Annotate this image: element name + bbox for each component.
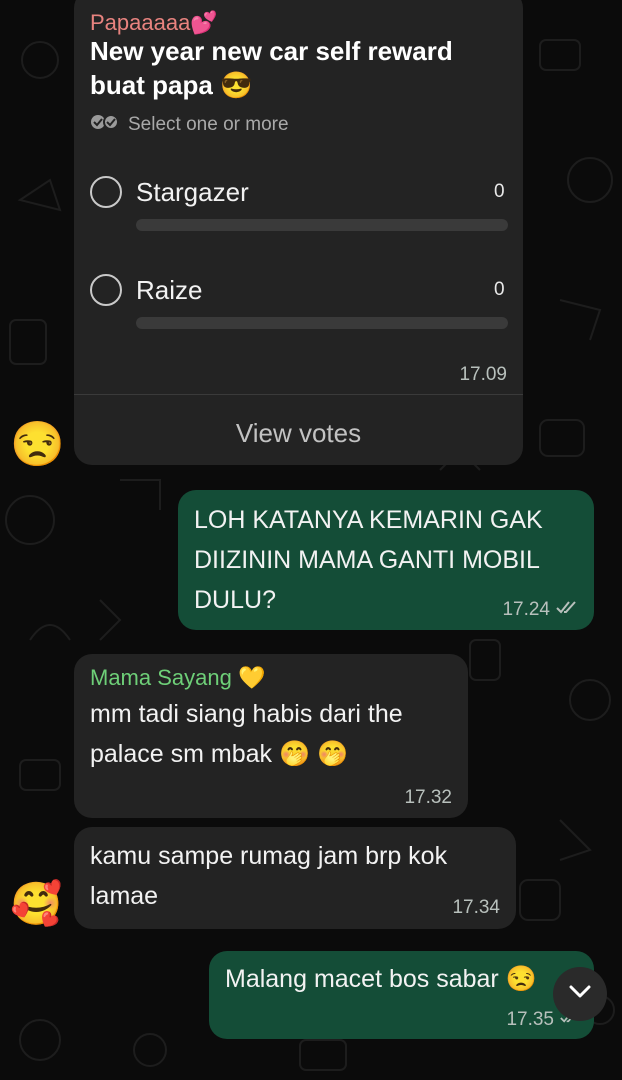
incoming-message[interactable]: kamu sampe rumag jam brp kok lamae 17.34 bbox=[74, 827, 516, 929]
message-text: Malang macet bos sabar 😒 bbox=[225, 965, 537, 993]
double-check-icon bbox=[90, 114, 120, 136]
chevron-down-icon bbox=[569, 985, 591, 1004]
sender-avatar-emoji: 🥰 bbox=[10, 880, 63, 927]
message-timestamp: 17.34 bbox=[452, 897, 500, 918]
message-timestamp: 17.24 bbox=[502, 599, 580, 621]
poll-question: New year new car self reward buat papa 😎 bbox=[90, 36, 453, 100]
double-check-icon bbox=[556, 599, 580, 621]
incoming-message[interactable]: Mama Sayang 💛 mm tadi siang habis dari t… bbox=[74, 654, 468, 818]
sender-name: Mama Sayang 💛 bbox=[90, 665, 266, 690]
message-time: 17.24 bbox=[502, 599, 550, 620]
poll-option-count-1: 0 bbox=[494, 181, 505, 202]
message-text: mm tadi siang habis dari the palace sm m… bbox=[90, 700, 403, 768]
outgoing-message[interactable]: Malang macet bos sabar 😒 17.35 bbox=[209, 951, 594, 1039]
message-text: kamu sampe rumag jam brp kok lamae bbox=[90, 842, 448, 910]
poll-hint-text: Select one or more bbox=[128, 114, 289, 135]
poll-option-radio-1[interactable] bbox=[90, 176, 122, 208]
poll-option-radio-2[interactable] bbox=[90, 274, 122, 306]
poll-sender-name: Papaaaaa💕 bbox=[90, 10, 218, 35]
poll-option-count-2: 0 bbox=[494, 279, 505, 300]
poll-option-label-1[interactable]: Stargazer bbox=[136, 177, 249, 208]
message-timestamp: 17.32 bbox=[404, 787, 452, 808]
message-time: 17.35 bbox=[506, 1009, 554, 1030]
outgoing-message[interactable]: LOH KATANYA KEMARIN GAK DIIZININ MAMA GA… bbox=[178, 490, 594, 630]
scroll-to-bottom-button[interactable] bbox=[553, 967, 607, 1021]
poll-option-bar-1 bbox=[136, 219, 508, 231]
poll-timestamp: 17.09 bbox=[459, 364, 507, 385]
poll-hint: Select one or more bbox=[90, 114, 289, 136]
poll-divider bbox=[74, 394, 523, 395]
view-votes-button[interactable]: View votes bbox=[74, 418, 523, 449]
poll-message[interactable]: Papaaaaa💕 New year new car self reward b… bbox=[74, 0, 523, 465]
poll-option-bar-2 bbox=[136, 317, 508, 329]
poll-option-label-2[interactable]: Raize bbox=[136, 275, 202, 306]
sender-avatar-emoji: 😒 bbox=[10, 420, 65, 469]
